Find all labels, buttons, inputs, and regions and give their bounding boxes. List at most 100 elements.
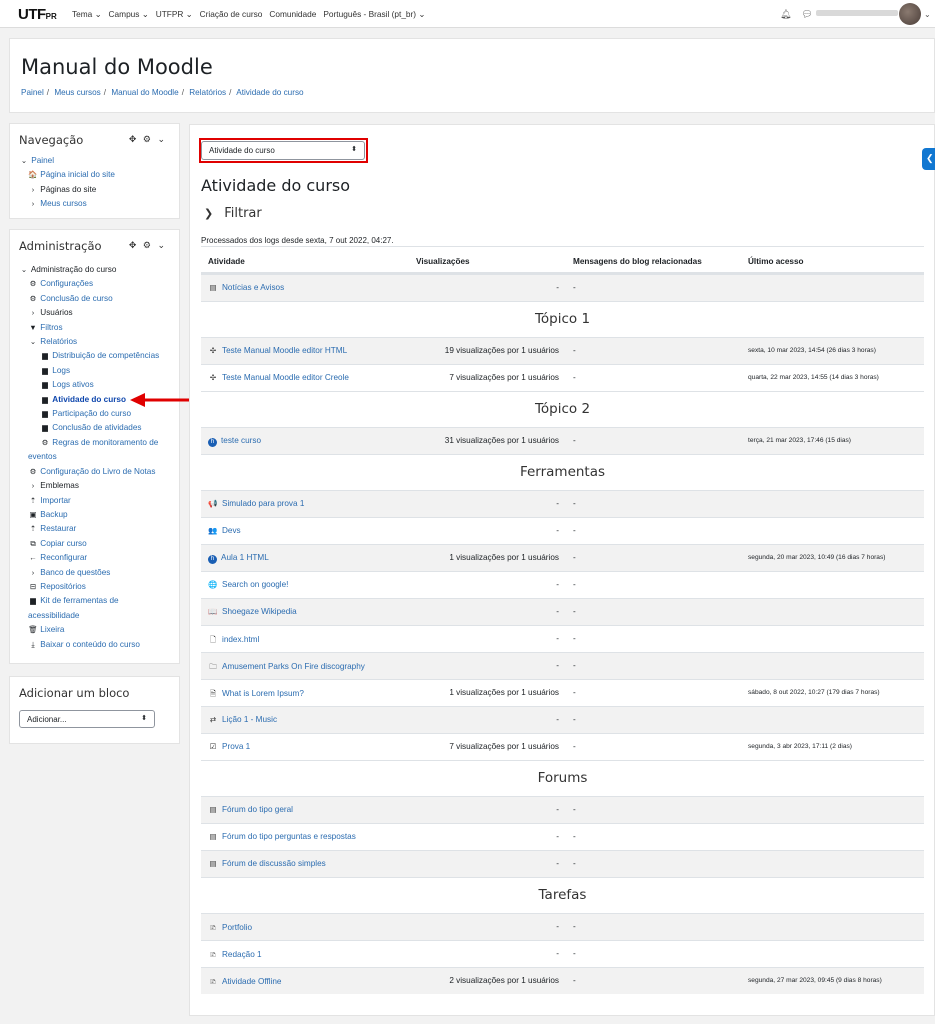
- blog-cell: -: [573, 580, 576, 589]
- tree-item-logs[interactable]: ▆ Logs: [19, 364, 159, 378]
- tree-item-banco-de-questoes[interactable]: › Banco de questões: [19, 566, 159, 580]
- col-ultimo-acesso[interactable]: Último acesso: [748, 257, 804, 266]
- activity-link[interactable]: Aula 1 HTML: [221, 553, 269, 562]
- table-row: h teste curso 31 visualizações por 1 usuár…: [201, 427, 924, 454]
- menu-comunidade[interactable]: Comunidade: [269, 9, 316, 19]
- activity-type-icon: ▤: [209, 832, 217, 841]
- tree-item-painel[interactable]: ⌄ Painel: [19, 154, 115, 168]
- tree-item-lixeira[interactable]: 🗑 Lixeira: [19, 623, 159, 637]
- breadcrumb-painel[interactable]: Painel: [21, 88, 44, 97]
- tree-item-label: acessibilidade: [28, 610, 80, 620]
- activity-link[interactable]: Shoegaze Wikipedia: [222, 607, 297, 616]
- blog-cell: -: [573, 688, 576, 697]
- activity-cell: ▤ Fórum do tipo perguntas e respostas: [208, 832, 356, 841]
- activity-link[interactable]: Notícias e Avisos: [222, 283, 284, 292]
- filter-toggle[interactable]: ❯ Filtrar: [204, 206, 262, 221]
- tree-item-regras-de-monitoramento-de[interactable]: ⚙ Regras de monitoramento de: [19, 436, 159, 450]
- language-menu[interactable]: Português - Brasil (pt_br) ⌄: [323, 9, 425, 19]
- section-row: Tarefas: [201, 877, 924, 913]
- tree-item-label: Repositórios: [40, 581, 86, 591]
- add-block: Adicionar um bloco Adicionar... ⬍: [9, 676, 180, 744]
- tree-item-label: Meus cursos: [40, 199, 87, 209]
- activity-link[interactable]: Fórum do tipo geral: [222, 805, 293, 814]
- section-title: Ferramentas: [519, 464, 606, 480]
- tree-item-reconfigurar[interactable]: ← Reconfigurar: [19, 551, 159, 565]
- activity-link[interactable]: Atividade Offline: [222, 977, 281, 986]
- breadcrumb-meus-cursos[interactable]: Meus cursos: [54, 88, 100, 97]
- activity-link[interactable]: Amusement Parks On Fire discography: [222, 662, 365, 671]
- tree-item-configuracao-do-livro-de-notas[interactable]: ⚙ Configuração do Livro de Notas: [19, 465, 159, 479]
- activity-link[interactable]: What is Lorem Ipsum?: [222, 689, 304, 698]
- tree-prefix-icon: ▆: [42, 351, 48, 361]
- col-atividade[interactable]: Atividade: [208, 257, 245, 266]
- activity-link[interactable]: Teste Manual Moodle editor Creole: [222, 373, 349, 382]
- tree-item-label: Kit de ferramentas de: [40, 596, 119, 606]
- menu-campus[interactable]: Campus ⌄: [109, 9, 149, 19]
- tree-item-kit-de-ferramentas-de[interactable]: ▆ Kit de ferramentas de: [19, 594, 159, 608]
- tree-item-label: Configurações: [40, 279, 94, 289]
- activity-link[interactable]: Teste Manual Moodle editor HTML: [222, 346, 347, 355]
- activity-link[interactable]: index.html: [222, 635, 259, 644]
- activity-link[interactable]: Fórum de discussão simples: [222, 859, 326, 868]
- add-block-select[interactable]: Adicionar... ⬍: [19, 710, 155, 728]
- tree-item-label: Participação do curso: [52, 409, 132, 419]
- tree-item-participacao-do-curso[interactable]: ▆ Participação do curso: [19, 407, 159, 421]
- tree-prefix-icon: ⚙: [29, 279, 37, 289]
- user-name-blurred[interactable]: [816, 10, 898, 16]
- block-controls[interactable]: ✥ ⚙ ⌄: [129, 134, 167, 145]
- breadcrumb-atividade[interactable]: Atividade do curso: [236, 88, 303, 97]
- chevron-down-icon[interactable]: ⌄: [924, 10, 931, 19]
- tree-item-eventos[interactable]: eventos: [19, 450, 159, 464]
- activity-cell: h teste curso: [208, 436, 261, 447]
- block-controls[interactable]: ✥ ⚙ ⌄: [129, 240, 167, 251]
- tree-item-distribuicao-de-competencias[interactable]: ▆ Distribuição de competências: [19, 349, 159, 363]
- activity-cell: ⇄ Lição 1 - Music: [208, 715, 277, 724]
- views-cell: 2 visualizações por 1 usuários: [449, 976, 559, 985]
- tree-item-label: Logs ativos: [52, 380, 94, 390]
- activity-link[interactable]: Fórum do tipo perguntas e respostas: [222, 832, 356, 841]
- tree-item-filtros[interactable]: ▼ Filtros: [19, 321, 159, 335]
- tree-item-pagina-inicial-do-site[interactable]: 🏠 Página inicial do site: [19, 168, 115, 182]
- tree-item-conclusao-de-atividades[interactable]: ▆ Conclusão de atividades: [19, 421, 159, 435]
- tree-prefix-icon: ⇡: [29, 495, 37, 505]
- activity-link[interactable]: Simulado para prova 1: [222, 499, 304, 508]
- notification-bell-icon[interactable]: 🔔︎: [780, 9, 791, 20]
- breadcrumb-curso[interactable]: Manual do Moodle: [111, 88, 178, 97]
- tree-item-restaurar[interactable]: ⇡ Restaurar: [19, 522, 159, 536]
- tree-item-label: Painel: [31, 156, 55, 165]
- menu-utfpr[interactable]: UTFPR ⌄: [156, 9, 193, 19]
- avatar[interactable]: [899, 3, 921, 25]
- col-blog[interactable]: Mensagens do blog relacionadas: [573, 257, 702, 266]
- site-logo[interactable]: UTFPR: [18, 6, 57, 23]
- top-icons: 🔔︎ 💬︎: [780, 9, 813, 20]
- tree-item-backup[interactable]: ▣ Backup: [19, 508, 159, 522]
- activity-link[interactable]: teste curso: [221, 436, 261, 445]
- top-navbar: UTFPR Tema ⌄ Campus ⌄ UTFPR ⌄ Criação de…: [0, 0, 935, 28]
- tree-item-conclusao-de-curso[interactable]: ⚙ Conclusão de curso: [19, 292, 159, 306]
- activity-cell: 📖 Shoegaze Wikipedia: [208, 607, 297, 616]
- activity-cell: ☑ Prova 1: [208, 742, 251, 751]
- menu-criacao-curso[interactable]: Criação de curso: [200, 9, 263, 19]
- tree-item-configuracoes[interactable]: ⚙ Configurações: [19, 277, 159, 291]
- activity-link[interactable]: Prova 1: [222, 742, 250, 751]
- tree-item-relatorios[interactable]: ⌄ Relatórios: [19, 335, 159, 349]
- drawer-toggle-button[interactable]: ❮: [922, 148, 935, 170]
- tree-item-repositorios[interactable]: ⊟ Repositórios: [19, 580, 159, 594]
- tree-item-meus-cursos[interactable]: › Meus cursos: [19, 197, 115, 211]
- tree-item-logs-ativos[interactable]: ▆ Logs ativos: [19, 378, 159, 392]
- menu-tema[interactable]: Tema ⌄: [72, 9, 102, 19]
- col-visualizacoes[interactable]: Visualizações: [416, 257, 470, 266]
- tree-item-baixar-o-conteudo-do-curso[interactable]: ⤓ Baixar o conteúdo do curso: [19, 638, 159, 652]
- breadcrumb-relatorios[interactable]: Relatórios: [189, 88, 226, 97]
- tree-item-importar[interactable]: ⇡ Importar: [19, 494, 159, 508]
- tree-item-copiar-curso[interactable]: ⧉ Copiar curso: [19, 537, 159, 551]
- messages-icon[interactable]: 💬︎: [801, 9, 812, 20]
- activity-link[interactable]: Portfolio: [222, 923, 252, 932]
- tree-item-acessibilidade[interactable]: acessibilidade: [19, 609, 159, 623]
- activity-link[interactable]: Lição 1 - Music: [222, 715, 277, 724]
- tree-prefix-icon: ⌄: [29, 337, 37, 347]
- activity-link[interactable]: Devs: [222, 526, 241, 535]
- blog-cell: -: [573, 607, 576, 616]
- activity-link[interactable]: Redação 1: [222, 950, 262, 959]
- activity-link[interactable]: Search on google!: [222, 580, 288, 589]
